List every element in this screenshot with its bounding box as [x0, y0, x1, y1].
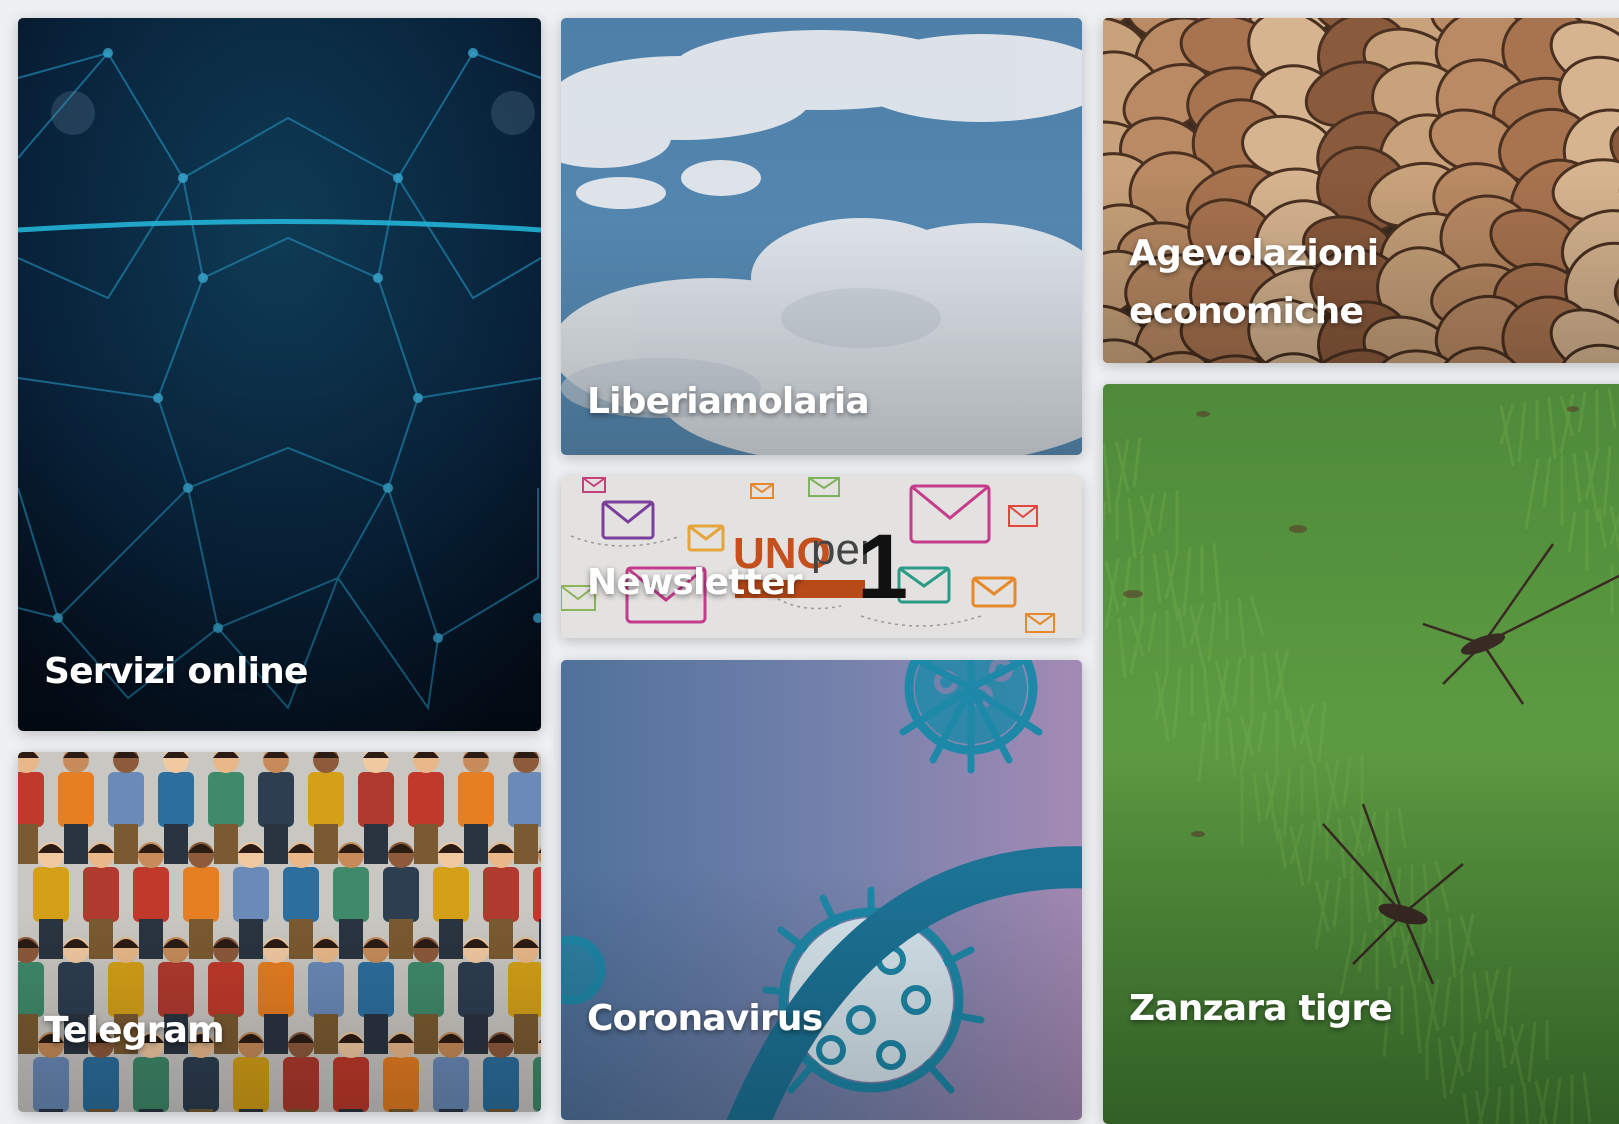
tile-title: Telegram: [44, 1010, 225, 1051]
tile-title: Zanzara tigre: [1129, 988, 1393, 1029]
tile-liberiamolaria[interactable]: Liberiamolaria: [561, 18, 1082, 455]
tile-title: Coronavirus: [587, 998, 823, 1039]
tile-shade: [18, 18, 541, 731]
tile-shade: [561, 660, 1082, 1120]
tile-title: Agevolazioni economiche: [1129, 233, 1379, 332]
tile-title: Servizi online: [44, 651, 308, 692]
tile-servizi-online[interactable]: Servizi online: [18, 18, 541, 731]
tile-newsletter[interactable]: UNO per 1 Newsletter: [561, 476, 1082, 638]
tile-zanzara-tigre[interactable]: Zanzara tigre: [1103, 384, 1619, 1124]
tile-agevolazioni-economiche[interactable]: Agevolazioni economiche: [1103, 18, 1619, 363]
tile-title: Liberiamolaria: [587, 381, 870, 422]
tile-title: Newsletter: [587, 562, 802, 603]
tile-coronavirus[interactable]: Coronavirus: [561, 660, 1082, 1120]
tile-telegram[interactable]: Telegram: [18, 752, 541, 1112]
